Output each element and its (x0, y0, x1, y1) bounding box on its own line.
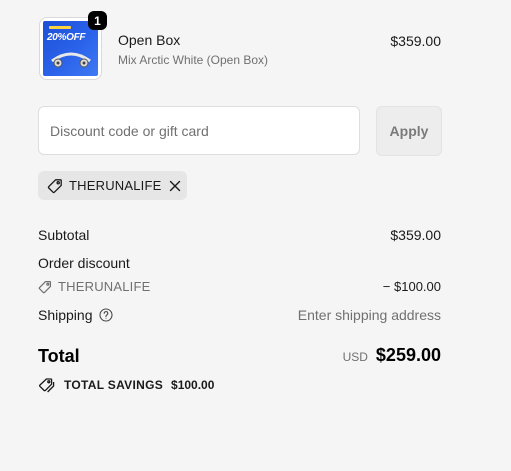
total-savings-row: TOTAL SAVINGS $100.00 (38, 377, 214, 393)
subtotal-label: Subtotal (38, 227, 90, 243)
product-image: 20%OFF (43, 21, 98, 76)
subtotal-value: $359.00 (390, 227, 441, 243)
total-savings-value: $100.00 (171, 378, 215, 392)
discount-code-row: THERUNALIFE (38, 279, 151, 294)
currency-code: USD (342, 350, 368, 364)
total-label: Total (38, 346, 80, 366)
applied-discount-chip: THERUNALIFE (38, 171, 187, 200)
discount-code-input[interactable] (38, 106, 360, 155)
shipping-row: Shipping (38, 307, 113, 323)
product-illustration (51, 52, 91, 68)
total-savings-label: TOTAL SAVINGS (64, 378, 164, 392)
help-circle-icon[interactable] (98, 308, 113, 322)
shipping-value: Enter shipping address (297, 307, 441, 323)
quantity-badge: 1 (88, 11, 107, 30)
product-title: Open Box (118, 32, 181, 48)
shipping-label: Shipping (38, 307, 93, 323)
tag-icon (38, 280, 52, 294)
close-icon[interactable] (168, 179, 182, 193)
tag-icon (47, 178, 63, 194)
product-image-banner (49, 26, 71, 29)
product-image-sale-text: 20%OFF (47, 32, 86, 43)
tags-icon (38, 377, 56, 393)
apply-button[interactable]: Apply (376, 106, 442, 156)
discount-value: − $100.00 (382, 279, 441, 294)
product-variant: Mix Arctic White (Open Box) (118, 53, 269, 67)
applied-discount-code: THERUNALIFE (69, 178, 162, 193)
discount-code-label: THERUNALIFE (58, 279, 151, 294)
total-amount: USD $259.00 (343, 345, 441, 366)
product-price: $359.00 (390, 33, 441, 49)
order-discount-label: Order discount (38, 255, 130, 271)
total-value: $259.00 (375, 345, 441, 365)
